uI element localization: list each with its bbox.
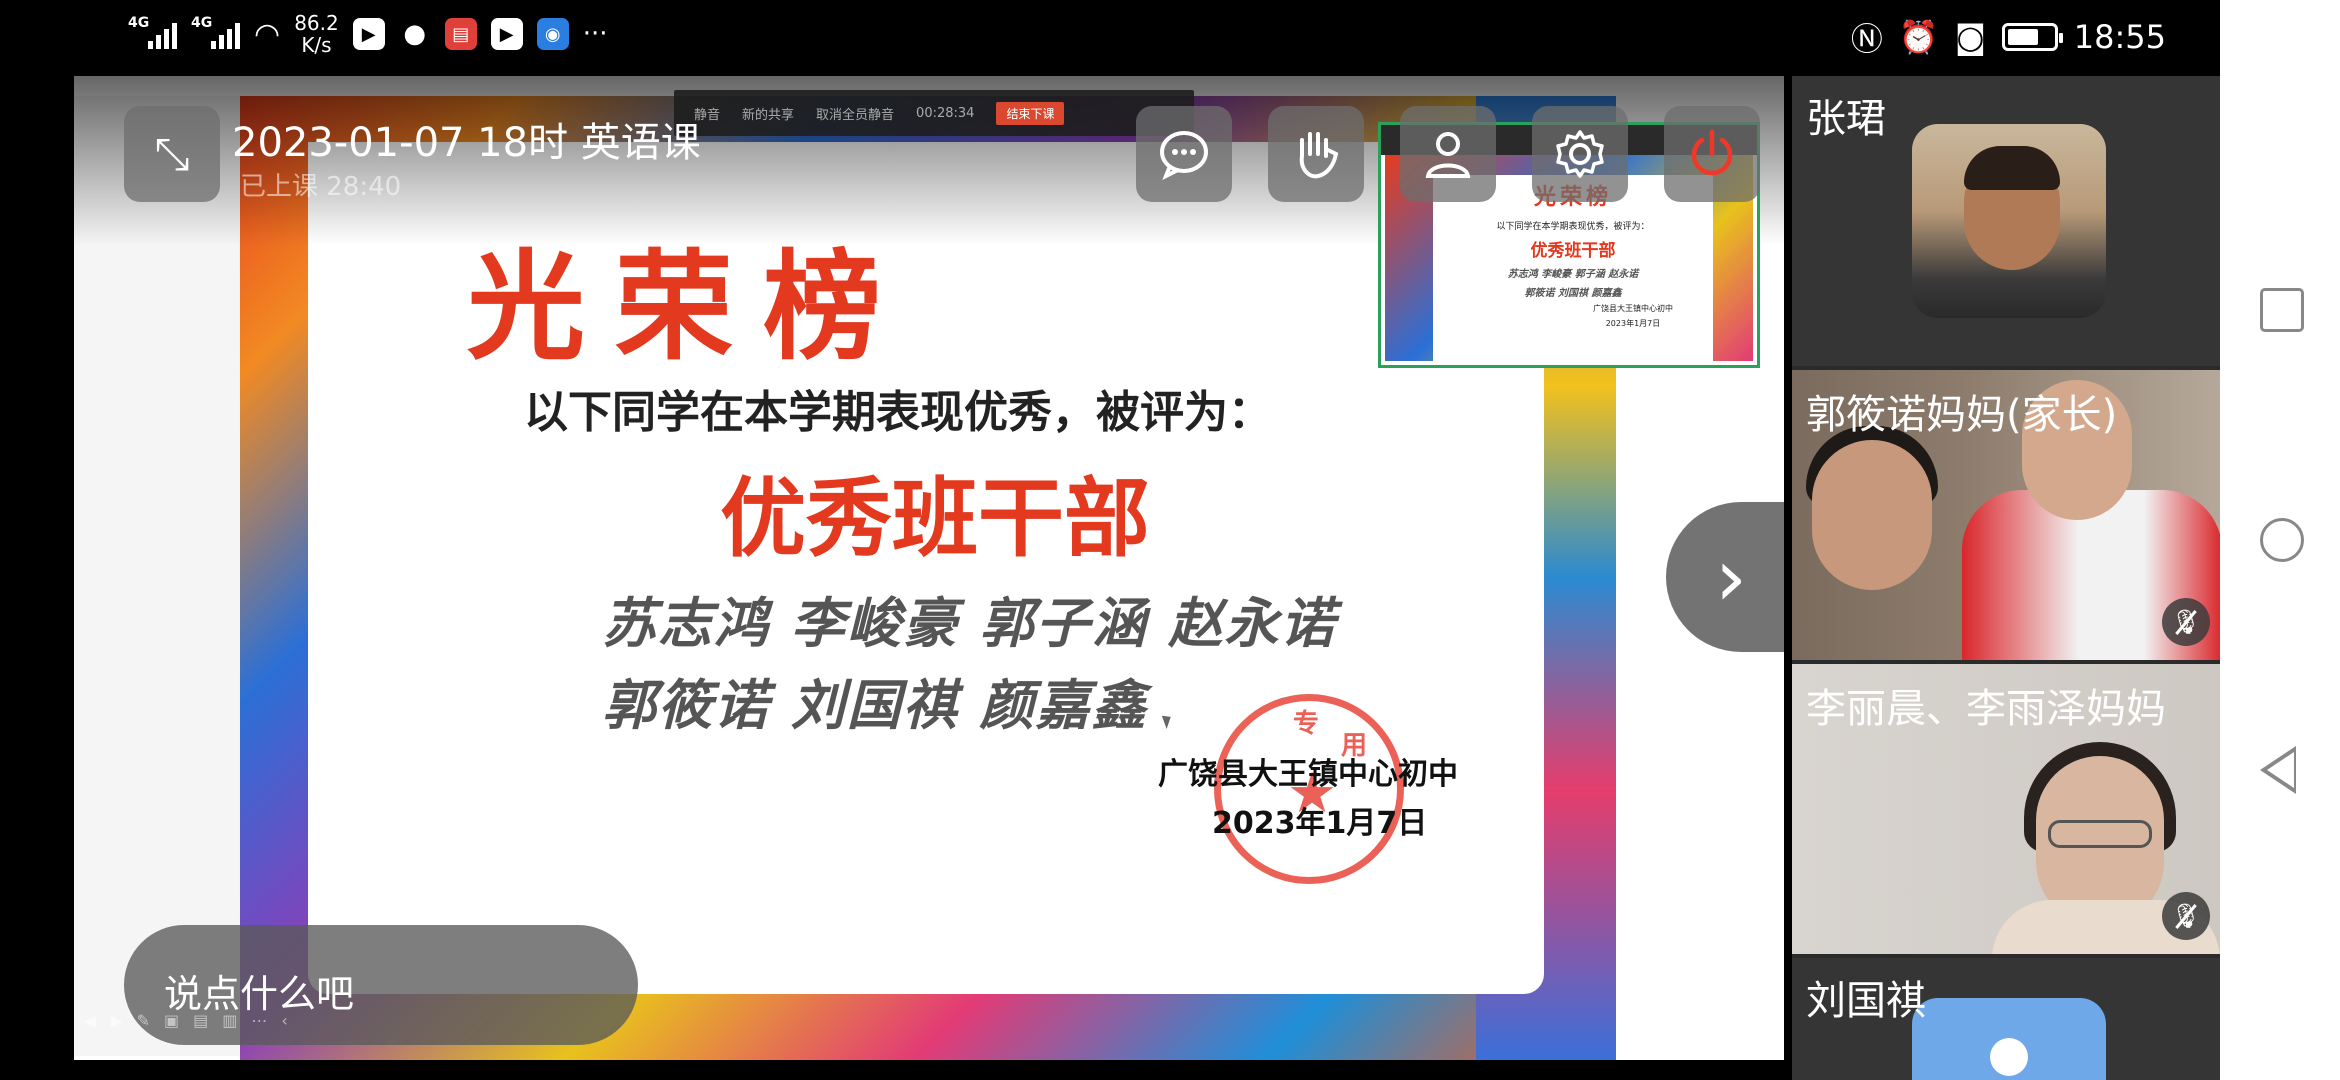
thumb-date: 2023年1月7日 (1605, 319, 1661, 328)
chat-bubble-icon (1160, 131, 1208, 181)
network-speed: 86.2 K/s (294, 12, 339, 56)
comment-icon[interactable]: ▥ (222, 1011, 237, 1030)
minimize-button[interactable]: ⤡ (124, 106, 220, 202)
participant-video (1912, 124, 2106, 318)
next-slide-button[interactable]: › (1666, 502, 1784, 652)
slide-subtitle: 以下同学在本学期表现优秀，被评为： (524, 387, 1272, 438)
prev-icon[interactable]: ◀ (84, 1011, 96, 1030)
participant-tile[interactable]: 李丽晨、李雨泽妈妈 🎙 (1792, 664, 2220, 954)
battery-icon (2001, 23, 2063, 51)
more-notifications-icon: ··· (582, 19, 608, 49)
home-button[interactable] (2260, 518, 2304, 562)
shared-screen: 光荣榜 以下同学在本学期表现优秀，被评为： 优秀班干部 苏志鸿 李峻豪 郭子涵 … (74, 76, 1784, 1060)
end-class-button[interactable]: 结束下课 (996, 101, 1065, 125)
meeting-status: 已上课 28:40 (240, 172, 402, 202)
participant-name: 张珺 (1806, 96, 1886, 142)
app-notification-icon: ▶ (352, 18, 385, 50)
thumb-names-line1: 苏志鸿 李峻豪 郭子涵 赵永诺 (1507, 269, 1639, 280)
settings-button[interactable] (1532, 106, 1628, 202)
participant-name: 郭筱诺妈妈(家长) (1806, 392, 2118, 438)
participants-button[interactable] (1400, 106, 1496, 202)
slide-date: 2023年1月7日 (1212, 806, 1428, 841)
more-icon[interactable]: ⋯ (251, 1011, 267, 1030)
mic-off-icon: 🎙 (2162, 598, 2210, 646)
share-button[interactable]: 新的共享 (742, 104, 794, 123)
play-icon[interactable]: ▶ (110, 1011, 122, 1030)
user-icon (1425, 132, 1471, 178)
hand-icon (1299, 132, 1339, 179)
collapse-left-icon[interactable]: ‹ (281, 1011, 287, 1030)
thumb-school: 广饶县大王镇中心初中 (1593, 304, 1673, 313)
raise-hand-button[interactable] (1268, 106, 1364, 202)
signal-label: 4G (191, 15, 213, 31)
thumb-award: 优秀班干部 (1530, 241, 1616, 261)
slide-school: 广饶县大王镇中心初中 (1158, 757, 1458, 792)
seal-char: 专 (1293, 709, 1320, 739)
back-button[interactable] (2260, 746, 2296, 794)
participant-tile[interactable]: 郭筱诺妈妈(家长) 🎙 (1792, 370, 2220, 660)
app-notification-icon: ▤ (444, 18, 477, 50)
clock: 18:55 (2073, 18, 2166, 56)
default-avatar (1912, 998, 2106, 1080)
ppt-tools: ◀ ▶ ✎ ▣ ▤ ▥ ⋯ ‹ (74, 1000, 394, 1040)
slide-award: 优秀班干部 (720, 469, 1150, 569)
app-notification-icon: ◉ (536, 18, 569, 50)
chat-button[interactable] (1136, 106, 1232, 202)
participant-tile[interactable]: 刘国祺 (1792, 958, 2220, 1080)
power-icon (1691, 129, 1733, 176)
status-right: Ⓝ ⏰ ◙ 18:55 (1851, 14, 2166, 60)
app-notification-icon: ● (403, 19, 427, 49)
signal-icon: 4G (191, 15, 240, 49)
status-left: 4G 4G ◠ 86.2 K/s ▶ ● ▤ ▶ ◉ ··· (128, 12, 608, 56)
participant-video (1812, 440, 1932, 590)
slides-icon[interactable]: ▤ (193, 1011, 208, 1030)
speed-value: 86.2 (294, 11, 339, 35)
glasses (2048, 820, 2152, 848)
participants-panel: 张珺 郭筱诺妈妈(家长) 🎙 李丽晨、李雨泽妈妈 🎙 刘国祺 (1792, 76, 2220, 1080)
participant-tile[interactable]: 张珺 (1792, 76, 2220, 366)
wifi-icon: ◠ (254, 16, 281, 52)
leave-button[interactable] (1664, 106, 1760, 202)
slide-names-line1: 苏志鸿 李峻豪 郭子涵 赵永诺 (602, 592, 1337, 655)
participant-name: 刘国祺 (1806, 978, 1926, 1024)
nfc-icon: Ⓝ (1850, 20, 1883, 58)
signal-icon: 4G (128, 15, 177, 49)
thumb-names-line2: 郭筱诺 刘国祺 颜嘉鑫 (1524, 288, 1622, 299)
timer: 00:28:34 (916, 105, 975, 121)
signal-label: 4G (128, 15, 150, 31)
camera-icon: ◙ (1954, 18, 1986, 56)
chevron-right-icon: › (1715, 530, 1747, 624)
system-nav-bar (2220, 0, 2340, 1080)
participant-name: 李丽晨、李雨泽妈妈 (1806, 686, 2166, 732)
slide-names-line2: 郭筱诺 刘国祺 颜嘉鑫 (602, 674, 1148, 737)
app-notification-icon: ▶ (490, 18, 523, 50)
mic-off-icon: 🎙 (2162, 892, 2210, 940)
screen-icon[interactable]: ▣ (164, 1011, 179, 1030)
mute-all-button[interactable]: 取消全员静音 (816, 104, 894, 123)
presenter-toolbar: 静音 新的共享 取消全员静音 00:28:34 结束下课 (674, 90, 1194, 136)
gear-icon (1556, 130, 1604, 178)
speed-unit: K/s (301, 33, 332, 57)
meeting-title: 2023-01-07 18时 英语课 (232, 120, 701, 166)
alarm-icon: ⏰ (1898, 18, 1939, 56)
collapse-icon: ⤡ (154, 128, 190, 180)
recents-button[interactable] (2260, 288, 2304, 332)
pen-icon[interactable]: ✎ (137, 1011, 150, 1030)
thumb-subtitle: 以下同学在本学期表现优秀，被评为： (1496, 222, 1650, 232)
status-bar: 4G 4G ◠ 86.2 K/s ▶ ● ▤ ▶ ◉ ··· Ⓝ ⏰ ◙ 18:… (0, 0, 2220, 76)
